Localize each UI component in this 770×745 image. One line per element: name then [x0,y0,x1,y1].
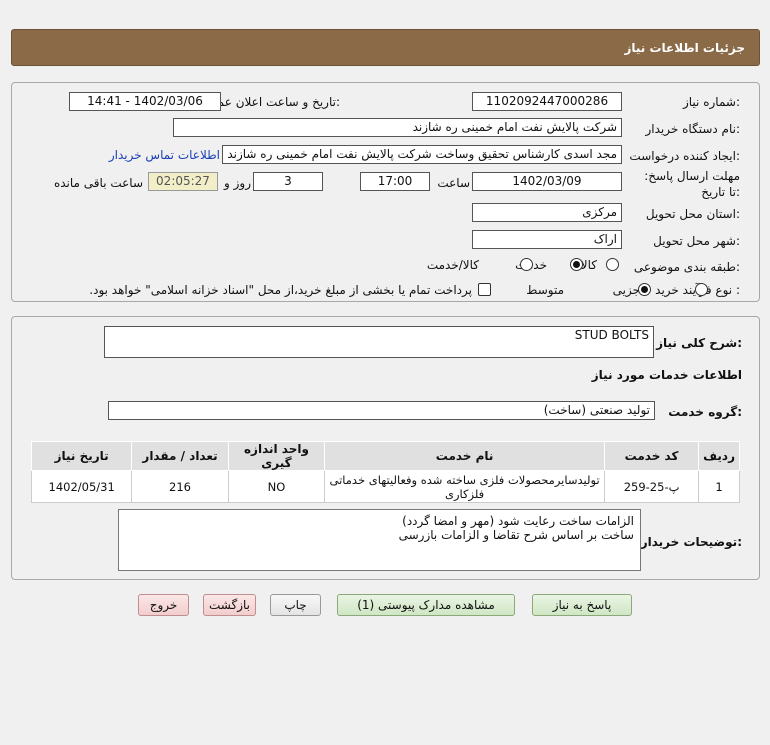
print-button[interactable]: چاپ [270,594,321,616]
province-field: مرکزی [472,203,622,222]
col-code-header: کد خدمت [603,441,700,471]
purchase-option-minor: جزیی [612,283,640,297]
table-header-row: ردیف کد خدمت نام خدمت واحد اندازه گیری ت… [30,441,740,471]
col-date-header: تاریخ نیاز [30,441,133,471]
category-radio-goods[interactable] [606,258,619,271]
page-header: جزئیات اطلاعات نیاز [11,29,760,66]
deadline-label: مهلت ارسال پاسخ: تا تاریخ: [644,169,740,199]
remaining-time-label: ساعت باقی مانده [53,176,143,190]
category-option-goods-service: کالا/خدمت [426,258,479,272]
treasury-payment-note: پرداخت تمام یا بخشی از مبلغ خرید،از محل … [89,283,472,297]
remaining-time-field: 02:05:27 [148,172,218,191]
summary-field: STUD BOLTS [104,326,654,358]
deadline-time-label: ساعت [437,176,470,190]
attachments-button[interactable]: مشاهده مدارک پیوستی (1) [337,594,515,616]
buyer-org-label: نام دستگاه خریدار: [645,122,741,136]
services-table: ردیف کد خدمت نام خدمت واحد اندازه گیری ت… [30,441,740,503]
deadline-date-field: 1402/03/09 [472,172,622,191]
services-title: اطلاعات خدمات مورد نیاز [591,368,742,382]
cell-qty: 216 [131,470,229,503]
deadline-time-field: 17:00 [360,172,430,191]
requester-field: مجد اسدی کارشناس تحقیق وساخت شرکت پالایش… [222,145,622,164]
category-option-goods: کالا [580,258,597,272]
category-radio-service[interactable] [569,258,583,271]
col-unit-header: واحد اندازه گیری [227,441,326,471]
col-row-header: ردیف [698,441,740,471]
summary-value: STUD BOLTS [574,328,649,342]
page-title: جزئیات اطلاعات نیاز [624,40,745,55]
cell-name: تولیدسایرمحصولات فلزی ساخته شده وفعالیته… [324,470,605,503]
requester-label: ایجاد کننده درخواست: [629,149,740,163]
city-label: شهر محل تحویل: [653,234,740,248]
col-name-header: نام خدمت [324,441,605,471]
buyer-org-field: شرکت پالایش نفت امام خمینی ره شازند [173,118,622,137]
category-label: طبقه بندی موضوعی: [633,260,740,274]
province-label: استان محل تحویل: [645,207,740,221]
cell-date: 1402/05/31 [30,470,133,503]
col-qty-header: تعداد / مقدار [131,441,229,471]
category-radio-goods-service[interactable] [519,258,533,271]
back-button[interactable]: بازگشت [203,594,256,616]
announce-field: 1402/03/06 - 14:41 [69,92,221,111]
cell-code: پ-25-259 [603,470,700,503]
cell-row: 1 [698,470,740,503]
buyer-notes-field: الزامات ساخت رعایت شود (مهر و امضا گردد)… [118,509,641,571]
buyer-notes-line: ساخت بر اساس شرح تقاضا و الزامات بازرسی [398,528,634,542]
purchase-option-medium: متوسط [526,283,564,297]
exit-button[interactable]: خروج [138,594,189,616]
cell-unit: NO [227,470,326,503]
reply-button[interactable]: پاسخ به نیاز [532,594,632,616]
buyer-contact-link[interactable]: اطلاعات تماس خریدار [109,148,220,162]
city-field: اراک [472,230,622,249]
treasury-payment-checkbox[interactable] [478,283,491,296]
buyer-notes-line: الزامات ساخت رعایت شود (مهر و امضا گردد) [402,514,634,528]
service-group-field: تولید صنعتی (ساخت) [108,401,655,420]
table-row: 1 پ-25-259 تولیدسایرمحصولات فلزی ساخته ش… [30,470,740,503]
need-number-label: شماره نیاز: [682,95,740,109]
deadline-days-field: 3 [253,172,323,191]
need-number-field: 1102092447000286 [472,92,622,111]
buyer-notes-label: توضیحات خریدار: [640,535,742,549]
deadline-days-label: روز و [224,176,251,190]
service-group-label: گروه خدمت: [668,405,742,419]
summary-label: شرح کلی نیاز: [656,336,742,350]
